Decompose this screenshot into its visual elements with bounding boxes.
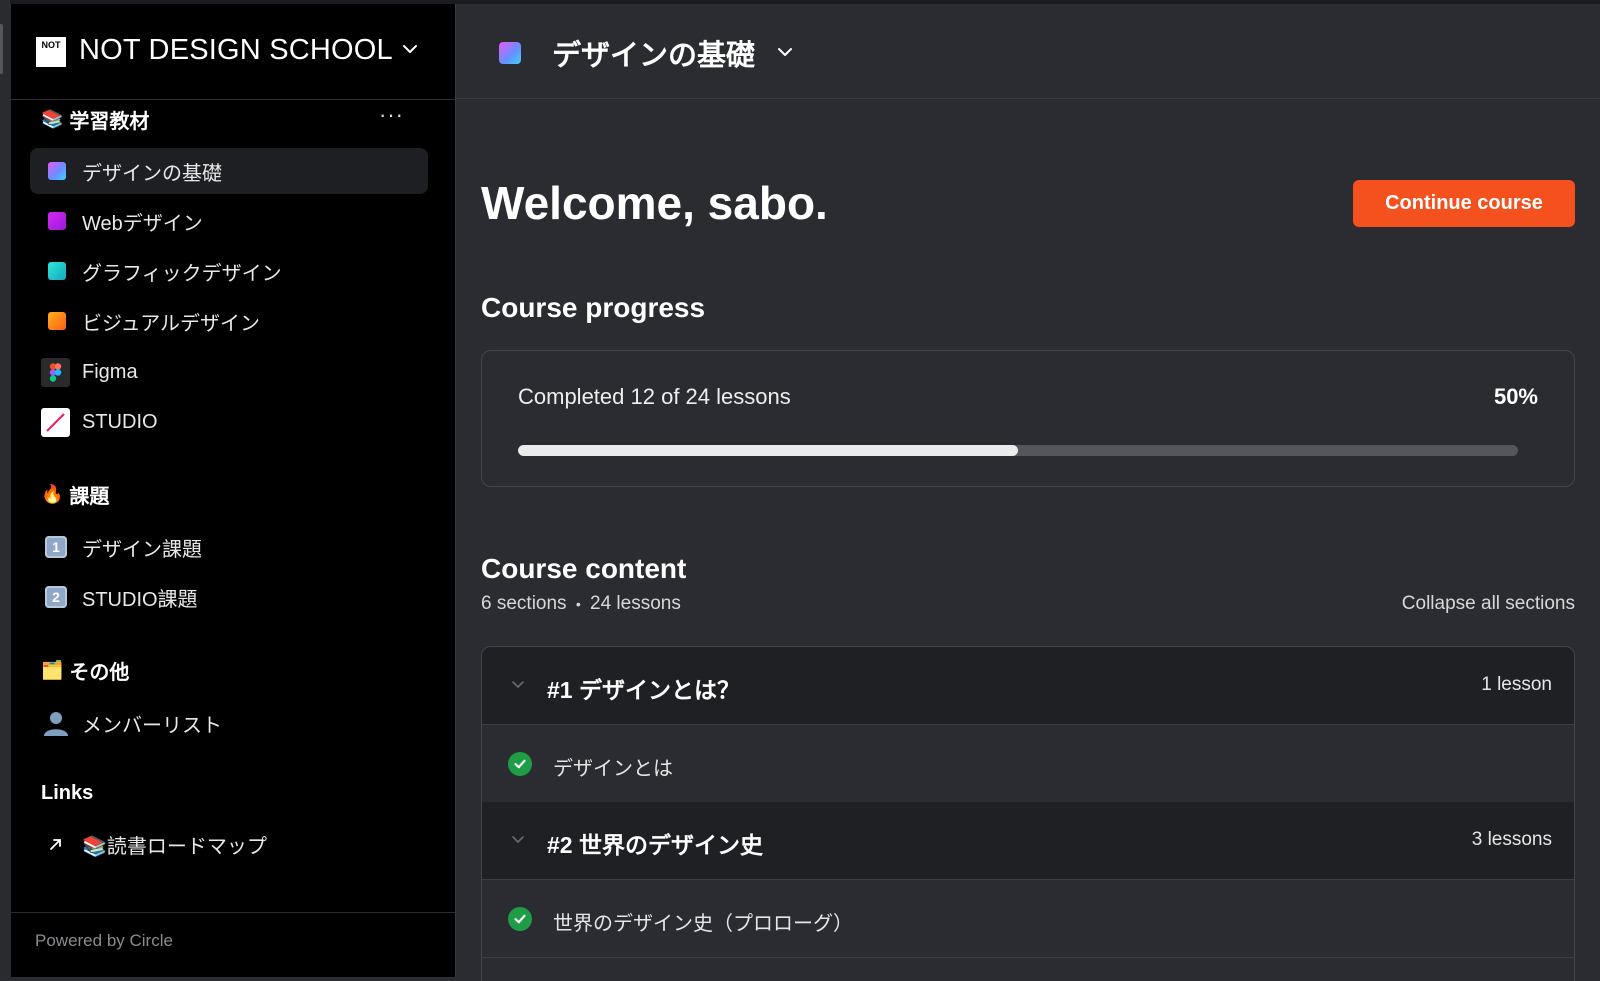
sidebar-item-figma[interactable]: Figma: [30, 349, 428, 395]
section-lesson-count: 1 lesson: [1481, 674, 1552, 695]
course-content-heading: Course content: [481, 553, 687, 584]
sidebar-item-label: デザイン課題: [82, 538, 202, 561]
sidebar-item-label: デザインの基礎: [82, 162, 222, 185]
lesson-row[interactable]: デザインとは: [482, 724, 1574, 803]
community-switcher[interactable]: NOT NOT DESIGN SCHOOL: [11, 4, 455, 100]
course-meta: 6 sections • 24 lessons: [481, 593, 681, 615]
topbar: デザインの基礎: [456, 4, 1600, 99]
sidebar-item-design-basics[interactable]: デザインの基礎: [30, 148, 428, 194]
chevron-down-icon[interactable]: [776, 43, 794, 61]
section-title: その他: [69, 662, 130, 684]
course-section-header[interactable]: #1 デザインとは？ 1 lesson: [482, 647, 1574, 724]
figma-icon: [41, 357, 70, 387]
powered-by-text[interactable]: Powered by Circle: [35, 931, 173, 951]
external-link-arrow-icon: [48, 836, 64, 852]
main-content: デザインの基礎 Welcome, sabo. Continue course C…: [456, 4, 1600, 981]
section-title: #2 世界のデザイン史: [547, 832, 763, 858]
chevron-down-icon[interactable]: [401, 40, 419, 58]
gradient-square-icon: [48, 162, 66, 180]
sidebar: NOT NOT DESIGN SCHOOL 📚 学習教材 ··· デザインの基礎…: [11, 4, 456, 977]
sidebar-item-studio[interactable]: STUDIO: [30, 399, 428, 445]
progress-percent: 50%: [1493, 384, 1538, 409]
sidebar-item-label: メンバーリスト: [82, 714, 222, 737]
section-title: 課題: [69, 486, 110, 508]
powered-by-footer: Powered by Circle: [11, 912, 455, 978]
chevron-down-icon: [512, 836, 524, 844]
sidebar-item-member-list[interactable]: メンバーリスト: [30, 700, 428, 746]
brand-name: NOT DESIGN SCHOOL: [79, 34, 393, 66]
section-header-links[interactable]: Links: [41, 782, 93, 805]
collapse-all-button[interactable]: Collapse all sections: [1402, 593, 1575, 615]
sidebar-item-label: 📚読書ロードマップ: [82, 835, 267, 858]
gradient-square-icon: [499, 42, 521, 64]
sidebar-item-label: STUDIO課題: [82, 588, 198, 611]
person-icon: [43, 710, 69, 736]
sidebar-item-visual-design[interactable]: ビジュアルデザイン: [30, 298, 428, 344]
rail-indicator: [0, 24, 3, 74]
space-title[interactable]: デザインの基礎: [552, 32, 755, 74]
section-title: 学習教材: [69, 111, 150, 133]
teal-square-icon: [48, 262, 66, 280]
sidebar-item-studio-assignment[interactable]: 2 STUDIO課題: [30, 574, 428, 620]
check-circle-icon: [508, 907, 532, 931]
sidebar-item-label: Figma: [82, 360, 138, 383]
orange-square-icon: [48, 312, 66, 330]
lesson-row[interactable]: 世界のデザイン史（プロローグ）: [482, 879, 1574, 958]
brand-logo: NOT: [36, 37, 66, 67]
sections-count: 6 sections: [481, 593, 567, 614]
more-options-icon[interactable]: ···: [379, 102, 404, 128]
chevron-down-icon: [512, 681, 524, 689]
books-icon: 📚: [41, 109, 64, 129]
sidebar-item-label: STUDIO: [82, 410, 158, 433]
sidebar-item-label: グラフィックデザイン: [82, 262, 282, 285]
meta-separator: •: [575, 596, 581, 612]
progress-card: Completed 12 of 24 lessons 50%: [481, 350, 1575, 487]
sidebar-link-reading-roadmap[interactable]: 📚読書ロードマップ: [30, 821, 428, 867]
sidebar-item-design-assignment[interactable]: 1 デザイン課題: [30, 524, 428, 570]
section-header-assignments[interactable]: 🔥 課題: [41, 480, 109, 509]
lessons-count: 24 lessons: [590, 593, 681, 614]
progress-text: Completed 12 of 24 lessons: [518, 384, 791, 409]
section-header-other[interactable]: 🗂️ その他: [41, 656, 129, 685]
section-title: #1 デザインとは？: [547, 677, 740, 703]
keycap-2-icon: 2: [45, 586, 67, 608]
left-rail: [0, 0, 10, 977]
course-section-header[interactable]: #2 世界のデザイン史 3 lessons: [482, 802, 1574, 879]
lesson-title: デザインとは: [553, 758, 673, 780]
sidebar-item-graphic-design[interactable]: グラフィックデザイン: [30, 248, 428, 294]
sidebar-item-label: Webデザイン: [82, 212, 203, 235]
lesson-title: 世界のデザイン史（プロローグ）: [553, 913, 853, 935]
purple-square-icon: [48, 212, 66, 230]
section-title: Links: [41, 782, 94, 804]
continue-course-button[interactable]: Continue course: [1353, 180, 1575, 227]
course-progress-heading: Course progress: [481, 292, 706, 323]
sidebar-item-label: ビジュアルデザイン: [82, 312, 260, 335]
fire-icon: 🔥: [41, 484, 64, 504]
progress-bar-fill: [518, 445, 1018, 456]
card-index-dividers-icon: 🗂️: [41, 660, 64, 680]
section-header-learning[interactable]: 📚 学習教材: [41, 105, 149, 134]
sidebar-item-web-design[interactable]: Webデザイン: [30, 198, 428, 244]
welcome-heading: Welcome, sabo.: [481, 177, 828, 229]
studio-icon: [41, 407, 70, 437]
keycap-1-icon: 1: [45, 536, 67, 558]
section-lesson-count: 3 lessons: [1471, 829, 1552, 850]
check-circle-icon: [508, 752, 532, 776]
progress-bar: [518, 445, 1518, 456]
course-content-list: #1 デザインとは？ 1 lesson デザインとは #2 世界のデザイン史 3…: [481, 646, 1575, 981]
